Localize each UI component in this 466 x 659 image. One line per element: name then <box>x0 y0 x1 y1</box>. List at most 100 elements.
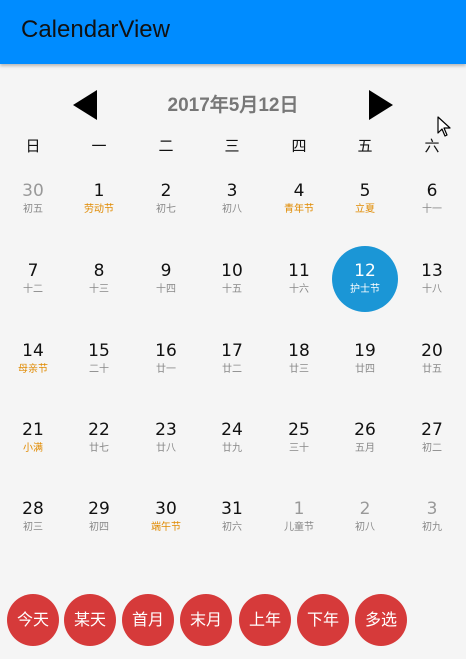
day-number: 10 <box>221 261 243 281</box>
previous-year-button[interactable]: 上年 <box>239 594 291 646</box>
day-number: 1 <box>93 181 105 201</box>
calendar-day[interactable]: 30 初五 <box>0 166 66 232</box>
calendar-day[interactable]: 7 十二 <box>0 246 66 312</box>
calendar-day[interactable]: 4 青年节 <box>266 166 332 232</box>
day-number: 5 <box>359 181 371 201</box>
action-buttons: 今天 某天 首月 末月 上年 下年 多选 <box>0 594 466 646</box>
lunar-date-label: 初八 <box>355 522 375 533</box>
some-day-button[interactable]: 某天 <box>64 594 116 646</box>
lunar-date-label: 廿一 <box>156 364 176 375</box>
day-number: 22 <box>88 420 110 440</box>
calendar-day-selected[interactable]: 12 护士节 <box>332 246 398 312</box>
lunar-date-label: 廿八 <box>156 443 176 454</box>
calendar-day[interactable]: 10 十五 <box>199 246 265 312</box>
day-number: 11 <box>288 261 310 281</box>
day-number: 16 <box>155 341 177 361</box>
calendar-day[interactable]: 18 廿三 <box>266 326 332 392</box>
lunar-date-label: 十八 <box>422 284 442 295</box>
lunar-date-label: 十三 <box>89 284 109 295</box>
calendar-day[interactable]: 20 廿五 <box>399 326 465 392</box>
calendar-day[interactable]: 25 三十 <box>266 405 332 471</box>
calendar-day[interactable]: 16 廿一 <box>133 326 199 392</box>
multi-select-button[interactable]: 多选 <box>355 594 407 646</box>
day-number: 29 <box>88 499 110 519</box>
day-number: 2 <box>359 499 371 519</box>
calendar-day[interactable]: 23 廿八 <box>133 405 199 471</box>
lunar-date-label: 初三 <box>23 522 43 533</box>
calendar-day[interactable]: 13 十八 <box>399 246 465 312</box>
lunar-date-label: 十二 <box>23 284 43 295</box>
calendar-day[interactable]: 8 十三 <box>66 246 132 312</box>
calendar-day[interactable]: 22 廿七 <box>66 405 132 471</box>
calendar-day[interactable]: 3 初八 <box>199 166 265 232</box>
calendar-day[interactable]: 5 立夏 <box>332 166 398 232</box>
day-number: 28 <box>22 499 44 519</box>
calendar-day[interactable]: 9 十四 <box>133 246 199 312</box>
today-button[interactable]: 今天 <box>7 594 59 646</box>
next-year-button[interactable]: 下年 <box>297 594 349 646</box>
day-number: 30 <box>22 181 44 201</box>
day-number: 26 <box>354 420 376 440</box>
calendar-day[interactable]: 1 劳动节 <box>66 166 132 232</box>
calendar-day[interactable]: 1 儿童节 <box>266 484 332 550</box>
calendar-day[interactable]: 30 端午节 <box>133 484 199 550</box>
calendar-day[interactable]: 15 二十 <box>66 326 132 392</box>
day-number: 13 <box>421 261 443 281</box>
lunar-date-label: 初九 <box>422 522 442 533</box>
last-month-button[interactable]: 末月 <box>180 594 232 646</box>
calendar-day[interactable]: 6 十一 <box>399 166 465 232</box>
calendar-day[interactable]: 3 初九 <box>399 484 465 550</box>
lunar-date-label: 十六 <box>289 284 309 295</box>
calendar-day[interactable]: 14 母亲节 <box>0 326 66 392</box>
lunar-date-label: 廿二 <box>222 364 242 375</box>
day-number: 6 <box>426 181 438 201</box>
lunar-date-label: 廿三 <box>289 364 309 375</box>
lunar-date-label: 廿五 <box>422 364 442 375</box>
calendar-day[interactable]: 11 十六 <box>266 246 332 312</box>
day-number: 20 <box>421 341 443 361</box>
lunar-date-label: 初七 <box>156 204 176 215</box>
calendar-day[interactable]: 2 初八 <box>332 484 398 550</box>
day-number: 8 <box>93 261 105 281</box>
calendar-day[interactable]: 28 初三 <box>0 484 66 550</box>
calendar-day[interactable]: 19 廿四 <box>332 326 398 392</box>
day-number: 9 <box>160 261 172 281</box>
festival-label: 端午节 <box>151 522 181 533</box>
day-number: 30 <box>155 499 177 519</box>
lunar-date-label: 十五 <box>222 284 242 295</box>
day-number: 17 <box>221 341 243 361</box>
calendar-day[interactable]: 2 初七 <box>133 166 199 232</box>
day-number: 18 <box>288 341 310 361</box>
calendar-day[interactable]: 21 小满 <box>0 405 66 471</box>
lunar-date-label: 十一 <box>422 204 442 215</box>
lunar-date-label: 初六 <box>222 522 242 533</box>
calendar-day[interactable]: 29 初四 <box>66 484 132 550</box>
day-number: 2 <box>160 181 172 201</box>
lunar-date-label: 廿九 <box>222 443 242 454</box>
calendar-day[interactable]: 26 五月 <box>332 405 398 471</box>
festival-label: 小满 <box>23 443 43 454</box>
day-number: 25 <box>288 420 310 440</box>
lunar-date-label: 十四 <box>156 284 176 295</box>
lunar-date-label: 护士节 <box>350 284 380 295</box>
lunar-date-label: 三十 <box>289 443 309 454</box>
day-number: 27 <box>421 420 443 440</box>
calendar-day[interactable]: 31 初六 <box>199 484 265 550</box>
calendar-day[interactable]: 17 廿二 <box>199 326 265 392</box>
calendar-day[interactable]: 24 廿九 <box>199 405 265 471</box>
lunar-date-label: 二十 <box>89 364 109 375</box>
lunar-date-label: 初四 <box>89 522 109 533</box>
calendar-day[interactable]: 27 初二 <box>399 405 465 471</box>
lunar-date-label: 廿七 <box>89 443 109 454</box>
first-month-button[interactable]: 首月 <box>122 594 174 646</box>
lunar-date-label: 初五 <box>23 204 43 215</box>
day-number: 14 <box>22 341 44 361</box>
day-number: 31 <box>221 499 243 519</box>
lunar-date-label: 初八 <box>222 204 242 215</box>
day-number: 23 <box>155 420 177 440</box>
day-number: 4 <box>293 181 305 201</box>
day-number: 7 <box>27 261 39 281</box>
day-number: 3 <box>426 499 438 519</box>
day-number: 21 <box>22 420 44 440</box>
day-number: 24 <box>221 420 243 440</box>
